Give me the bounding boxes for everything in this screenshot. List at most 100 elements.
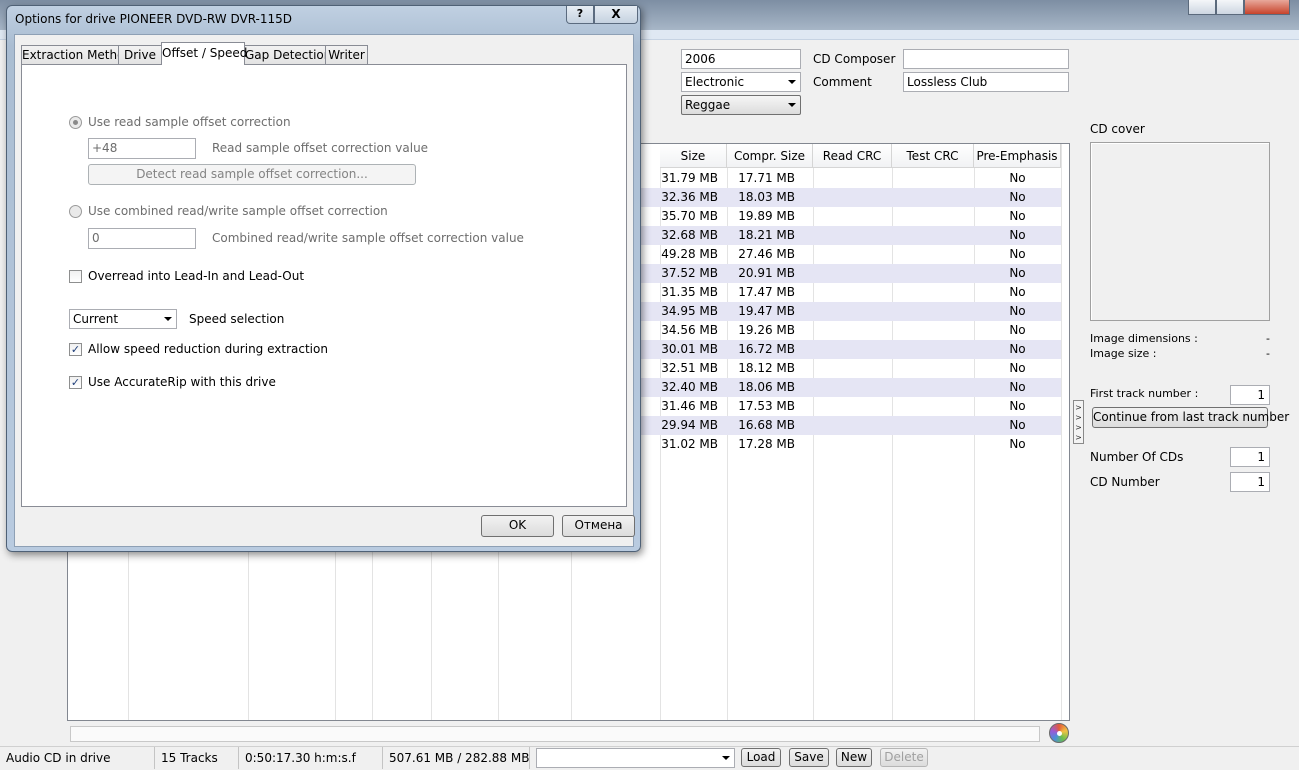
overread-checkbox[interactable] — [69, 270, 82, 283]
speed-combo[interactable]: Current — [69, 309, 177, 329]
size-cell: 31.02 MB — [661, 437, 718, 451]
pre-emphasis-cell: No — [1009, 209, 1026, 223]
comment-label: Comment — [813, 75, 872, 89]
tab-drive[interactable]: Drive — [118, 45, 162, 64]
help-button[interactable]: ? — [566, 6, 594, 24]
combined-offset-value-label: Combined read/write sample offset correc… — [212, 231, 524, 245]
size-cell: 49.28 MB — [661, 247, 718, 261]
chevron-down-icon — [722, 756, 730, 760]
first-track-field[interactable]: 1 — [1230, 385, 1270, 405]
dialog-client: Extraction Method Drive Offset / Speed G… — [14, 34, 635, 547]
read-offset-field[interactable]: +48 — [88, 138, 196, 159]
continue-from-last-track-button[interactable]: Continue from last track number — [1092, 407, 1289, 428]
compr-size-cell: 18.06 MB — [738, 380, 795, 394]
genre2-combo[interactable]: Reggae — [681, 95, 801, 115]
column-header-test-crc[interactable]: Test CRC — [892, 144, 974, 168]
chevron-down-icon — [788, 103, 796, 107]
cancel-button[interactable]: Отмена — [562, 515, 635, 537]
pre-emphasis-cell: No — [1009, 228, 1026, 242]
horizontal-scrollbar[interactable] — [70, 726, 1040, 742]
compr-size-cell: 17.28 MB — [738, 437, 795, 451]
pre-emphasis-cell: No — [1009, 171, 1026, 185]
image-dimensions-label: Image dimensions : — [1090, 332, 1198, 345]
column-header-compr-size[interactable]: Compr. Size — [727, 144, 813, 168]
pre-emphasis-cell: No — [1009, 285, 1026, 299]
cd-number-field[interactable]: 1 — [1230, 472, 1270, 492]
pre-emphasis-cell: No — [1009, 380, 1026, 394]
compr-size-cell: 27.46 MB — [738, 247, 795, 261]
read-offset-value-label: Read sample offset correction value — [212, 141, 429, 155]
load-button[interactable]: Load — [741, 748, 781, 767]
size-cell: 32.40 MB — [661, 380, 718, 394]
column-header-read-crc[interactable]: Read CRC — [813, 144, 892, 168]
size-cell: 31.79 MB — [661, 171, 718, 185]
profile-combo[interactable] — [536, 748, 735, 768]
compr-size-cell: 19.89 MB — [738, 209, 795, 223]
pre-emphasis-cell: No — [1009, 418, 1026, 432]
cd-composer-label: CD Composer — [813, 52, 896, 66]
pre-emphasis-cell: No — [1009, 361, 1026, 375]
size-cell: 32.68 MB — [661, 228, 718, 242]
read-offset-label: Use read sample offset correction — [88, 115, 291, 129]
compr-size-cell: 19.47 MB — [738, 304, 795, 318]
size-cell: 31.46 MB — [661, 399, 718, 413]
cd-composer-field[interactable] — [903, 49, 1069, 69]
delete-button[interactable]: Delete — [880, 748, 928, 767]
tracks-count: 15 Tracks — [155, 747, 239, 769]
column-header-pre-emphasis[interactable]: Pre-Emphasis — [974, 144, 1061, 168]
grid-column-line — [1061, 144, 1062, 720]
window-close-button[interactable] — [1244, 0, 1290, 15]
genre-value: Electronic — [685, 75, 745, 89]
detect-offset-button[interactable]: Detect read sample offset correction... — [88, 164, 416, 185]
compr-size-cell: 17.53 MB — [738, 399, 795, 413]
maximize-button[interactable] — [1216, 0, 1244, 15]
size-cell: 32.36 MB — [661, 190, 718, 204]
comment-field[interactable]: Lossless Club — [903, 72, 1069, 92]
column-header-size[interactable]: Size — [660, 144, 727, 168]
disc-icon[interactable] — [1049, 723, 1069, 743]
image-size-label: Image size : — [1090, 347, 1157, 360]
tab-offset-speed[interactable]: Offset / Speed — [161, 42, 247, 65]
accuraterip-checkbox[interactable]: ✓ — [69, 376, 82, 389]
allow-speed-reduction-checkbox[interactable]: ✓ — [69, 343, 82, 356]
panel-toggle-button[interactable]: > > > > — [1073, 400, 1084, 444]
new-button[interactable]: New — [836, 748, 872, 767]
size-cell: 37.52 MB — [661, 266, 718, 280]
size-cell: 30.01 MB — [661, 342, 718, 356]
dialog-close-button[interactable]: X — [594, 6, 638, 24]
first-track-label: First track number : — [1090, 387, 1199, 400]
year-field[interactable]: 2006 — [681, 49, 801, 69]
offset-speed-page: Use read sample offset correction +48 Re… — [21, 64, 627, 507]
compr-size-cell: 16.68 MB — [738, 418, 795, 432]
pre-emphasis-cell: No — [1009, 342, 1026, 356]
genre-combo[interactable]: Electronic — [681, 72, 801, 92]
cd-cover-image[interactable] — [1090, 142, 1270, 321]
size-cell: 34.56 MB — [661, 323, 718, 337]
pre-emphasis-cell: No — [1009, 323, 1026, 337]
combined-offset-radio[interactable] — [69, 205, 82, 218]
ok-button[interactable]: OK — [481, 515, 554, 537]
compr-size-cell: 20.91 MB — [738, 266, 795, 280]
dialog-title: Options for drive PIONEER DVD-RW DVR-115… — [15, 12, 293, 26]
number-of-cds-field[interactable]: 1 — [1230, 447, 1270, 467]
cd-cover-label: CD cover — [1090, 122, 1145, 136]
pre-emphasis-cell: No — [1009, 247, 1026, 261]
combined-offset-field[interactable]: 0 — [88, 228, 196, 249]
chevron-down-icon — [164, 317, 172, 321]
compr-size-cell: 18.03 MB — [738, 190, 795, 204]
genre2-value: Reggae — [685, 98, 731, 112]
accuraterip-label: Use AccurateRip with this drive — [88, 375, 276, 389]
pre-emphasis-cell: No — [1009, 437, 1026, 451]
pre-emphasis-cell: No — [1009, 304, 1026, 318]
chevron-down-icon — [788, 80, 796, 84]
minimize-button[interactable] — [1188, 0, 1216, 15]
compr-size-cell: 18.12 MB — [738, 361, 795, 375]
read-offset-radio[interactable] — [69, 116, 82, 129]
tab-extraction-method[interactable]: Extraction Method — [21, 45, 132, 64]
save-button[interactable]: Save — [789, 748, 829, 767]
tab-gap-detection[interactable]: Gap Detection — [244, 45, 331, 64]
tab-writer[interactable]: Writer — [325, 45, 368, 64]
pre-emphasis-cell: No — [1009, 190, 1026, 204]
pre-emphasis-cell: No — [1009, 399, 1026, 413]
allow-speed-reduction-label: Allow speed reduction during extraction — [88, 342, 328, 356]
